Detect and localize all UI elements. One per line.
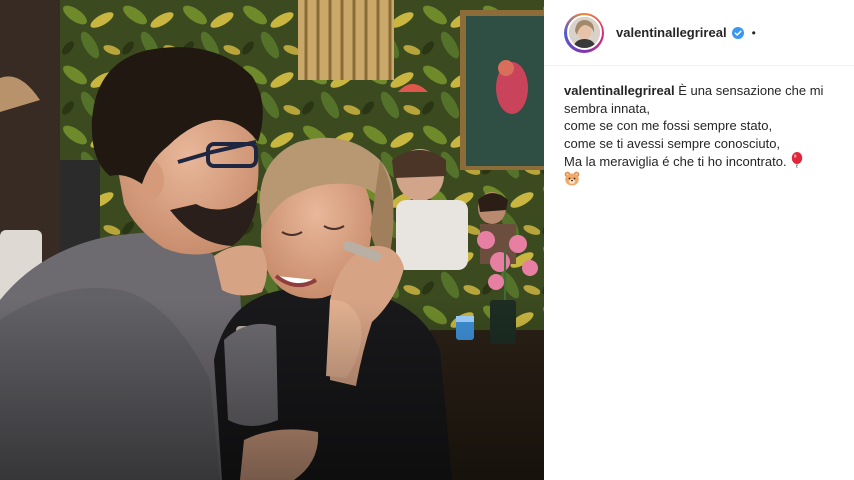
avatar-image bbox=[566, 15, 602, 50]
caption-username[interactable]: valentinallegrireal bbox=[564, 83, 675, 98]
post-caption: valentinallegrireal È una sensazione che… bbox=[564, 82, 844, 188]
profile-avatar[interactable] bbox=[564, 12, 604, 53]
post-photo[interactable] bbox=[0, 0, 544, 480]
bear-emoji-icon bbox=[564, 171, 580, 185]
caption-line: come se ti avessi sempre conosciuto, bbox=[564, 135, 781, 151]
caption-line: Ma la meraviglia é che ti ho incontrato. bbox=[564, 154, 787, 169]
separator-dot: • bbox=[751, 25, 756, 40]
post-header: valentinallegrireal • bbox=[544, 0, 854, 66]
post-sidebar: valentinallegrireal • valentinallegrirea… bbox=[544, 0, 854, 480]
photo-image bbox=[0, 0, 544, 480]
balloon-emoji-icon bbox=[791, 152, 803, 168]
username-link[interactable]: valentinallegrireal bbox=[616, 25, 727, 40]
avatar-portrait bbox=[568, 17, 600, 48]
instagram-post: valentinallegrireal • valentinallegrirea… bbox=[0, 0, 854, 480]
verified-badge-icon bbox=[731, 26, 744, 39]
caption-line: come se con me fossi sempre stato, bbox=[564, 118, 773, 133]
